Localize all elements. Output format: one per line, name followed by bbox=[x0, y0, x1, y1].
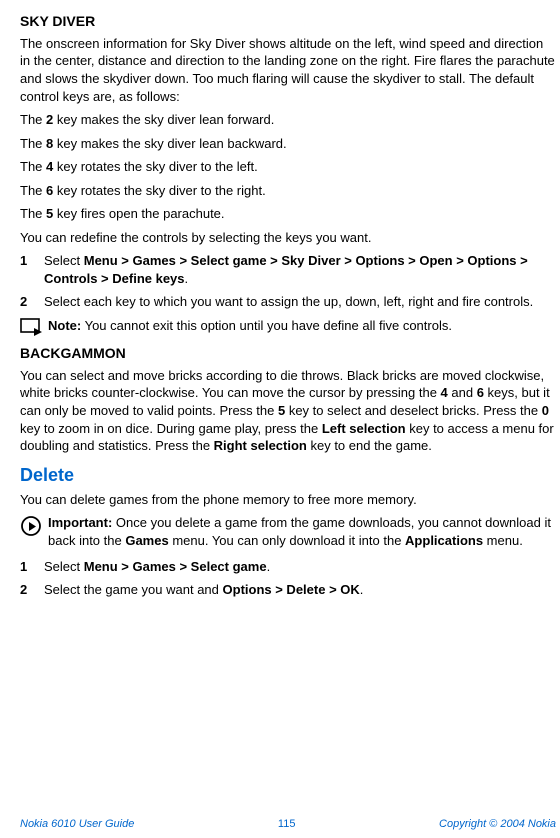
sky-key-4: The 4 key rotates the sky diver to the l… bbox=[20, 158, 556, 176]
step-text: Select Menu > Games > Select game > Sky … bbox=[44, 252, 556, 287]
heading-delete: Delete bbox=[20, 463, 556, 487]
footer-page-number: 115 bbox=[278, 817, 296, 832]
sky-key-6: The 6 key rotates the sky diver to the r… bbox=[20, 182, 556, 200]
sky-key-8: The 8 key makes the sky diver lean backw… bbox=[20, 135, 556, 153]
note-row: Note: You cannot exit this option until … bbox=[20, 317, 556, 336]
delete-intro: You can delete games from the phone memo… bbox=[20, 491, 556, 509]
page-footer: Nokia 6010 User Guide 115 Copyright © 20… bbox=[0, 817, 560, 832]
note-text: Note: You cannot exit this option until … bbox=[48, 317, 556, 335]
step-number: 2 bbox=[20, 293, 44, 311]
footer-right: Copyright © 2004 Nokia bbox=[439, 817, 556, 832]
backgammon-text: You can select and move bricks according… bbox=[20, 367, 556, 455]
step-number: 2 bbox=[20, 581, 44, 599]
important-row: Important: Once you delete a game from t… bbox=[20, 514, 556, 549]
step-number: 1 bbox=[20, 558, 44, 576]
step-text: Select each key to which you want to ass… bbox=[44, 293, 556, 311]
heading-backgammon: BACKGAMMON bbox=[20, 344, 556, 363]
sky-key-2: The 2 key makes the sky diver lean forwa… bbox=[20, 111, 556, 129]
footer-left: Nokia 6010 User Guide bbox=[20, 817, 134, 832]
delete-step-1: 1 Select Menu > Games > Select game. bbox=[20, 558, 556, 576]
note-icon bbox=[20, 317, 48, 336]
sky-step-2: 2 Select each key to which you want to a… bbox=[20, 293, 556, 311]
sky-step-1: 1 Select Menu > Games > Select game > Sk… bbox=[20, 252, 556, 287]
heading-sky-diver: SKY DIVER bbox=[20, 12, 556, 31]
important-icon bbox=[20, 514, 48, 537]
step-text: Select Menu > Games > Select game. bbox=[44, 558, 556, 576]
sky-intro: The onscreen information for Sky Diver s… bbox=[20, 35, 556, 105]
sky-key-5: The 5 key fires open the parachute. bbox=[20, 205, 556, 223]
important-text: Important: Once you delete a game from t… bbox=[48, 514, 556, 549]
sky-redefine: You can redefine the controls by selecti… bbox=[20, 229, 556, 247]
step-number: 1 bbox=[20, 252, 44, 287]
step-text: Select the game you want and Options > D… bbox=[44, 581, 556, 599]
delete-step-2: 2 Select the game you want and Options >… bbox=[20, 581, 556, 599]
